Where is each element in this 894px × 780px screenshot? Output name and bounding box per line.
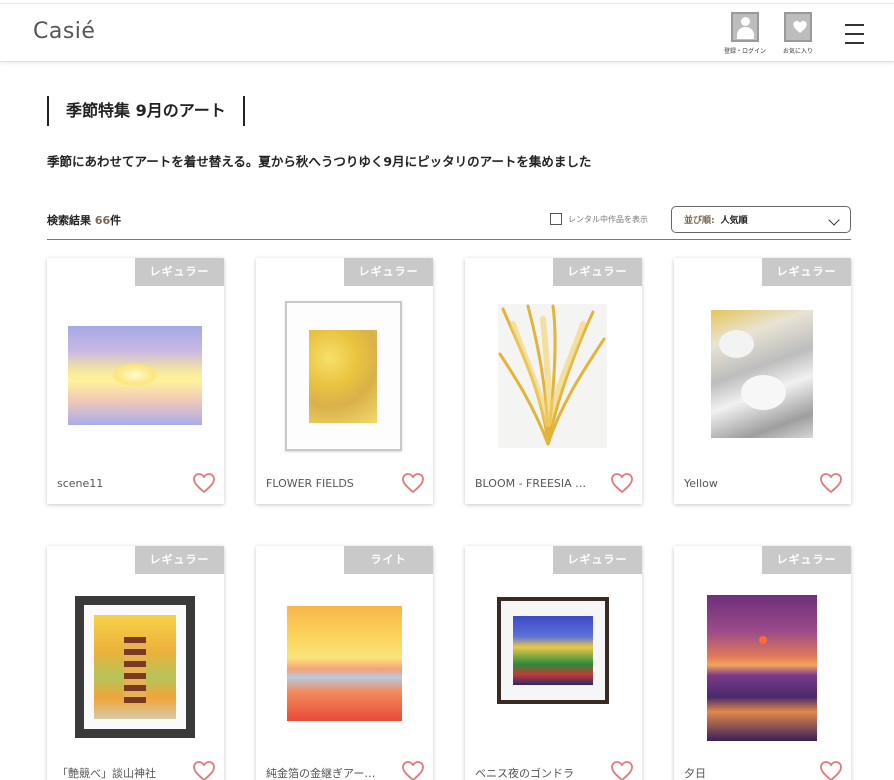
favorite-heart-icon[interactable] [610,759,634,780]
plan-badge: レギュラー [344,258,433,286]
user-icon [731,12,759,42]
login-button[interactable]: 登録・ログイン [720,12,770,55]
page-lead: 季節にあわせてアートを着せ替える。夏から秋へうつりゆく9月にピッタリのアートを集… [47,154,592,169]
rental-filter[interactable]: レンタル中作品を表示 [550,213,648,225]
artwork-card[interactable]: レギュラー Yellow [674,258,851,504]
plan-badge: レギュラー [762,258,851,286]
artwork-image[interactable] [75,596,195,738]
artwork-image[interactable] [287,606,402,721]
page-title-box: 季節特集 9月のアート [47,96,245,126]
artwork-title[interactable]: scene11 [57,477,183,490]
favorite-heart-icon[interactable] [192,471,216,495]
artwork-image[interactable] [497,597,609,704]
plan-badge: ライト [344,546,433,574]
favorites-label: お気に入り [782,48,813,55]
plan-badge: レギュラー [762,546,851,574]
menu-icon[interactable] [845,24,864,46]
artwork-card[interactable]: レギュラー BLOOM - FREESIA … [465,258,642,504]
result-prefix: 検索結果 [47,214,91,227]
artwork-image[interactable] [711,310,813,438]
artwork-card[interactable]: レギュラー scene11 [47,258,224,504]
chevron-down-icon [828,214,840,226]
plan-badge: レギュラー [553,546,642,574]
favorites-button[interactable]: お気に入り [773,12,823,55]
artwork-title[interactable]: 夕日 [684,765,810,780]
heart-icon [784,12,812,42]
artwork-card[interactable]: レギュラー 夕日 [674,546,851,780]
sort-label: 並び順: [684,216,715,226]
artwork-title[interactable]: 「艶競べ」談山神社 [57,765,183,780]
artwork-card[interactable]: レギュラー 「艶競べ」談山神社 [47,546,224,780]
favorite-heart-icon[interactable] [610,471,634,495]
artwork-title[interactable]: BLOOM - FREESIA … [475,477,601,490]
favorite-heart-icon[interactable] [819,759,843,780]
sort-select[interactable]: 並び順: 人気順 [671,206,851,233]
favorite-heart-icon[interactable] [401,471,425,495]
rental-checkbox[interactable] [550,213,562,225]
artwork-title[interactable]: ベニス夜のゴンドラ [475,765,601,780]
artwork-card[interactable]: レギュラー ベニス夜のゴンドラ [465,546,642,780]
artwork-title[interactable]: FLOWER FIELDS [266,477,392,490]
plan-badge: レギュラー [135,546,224,574]
site-header: Casié 登録・ログイン お気に入り [0,4,894,62]
artwork-image[interactable] [707,595,817,741]
result-suffix: 件 [110,214,122,227]
site-logo[interactable]: Casié [33,19,95,44]
artwork-image[interactable] [498,304,607,448]
artwork-card[interactable]: レギュラー FLOWER FIELDS [256,258,433,504]
artwork-title[interactable]: 純金箔の金継ぎアー… [266,765,392,780]
login-label: 登録・ログイン [723,48,766,55]
rental-filter-label: レンタル中作品を表示 [568,214,648,224]
result-count: 検索結果 66件 [47,212,121,228]
artwork-image[interactable] [68,326,202,425]
result-number: 66 [94,214,111,227]
divider [47,239,851,240]
favorite-heart-icon[interactable] [192,759,216,780]
sort-value: 人気順 [720,216,748,226]
artwork-image[interactable] [285,301,402,451]
artwork-title[interactable]: Yellow [684,477,810,490]
favorite-heart-icon[interactable] [401,759,425,780]
plan-badge: レギュラー [553,258,642,286]
plan-badge: レギュラー [135,258,224,286]
favorite-heart-icon[interactable] [819,471,843,495]
artwork-card[interactable]: ライト 純金箔の金継ぎアー… [256,546,433,780]
page-title: 季節特集 9月のアート [66,101,226,120]
